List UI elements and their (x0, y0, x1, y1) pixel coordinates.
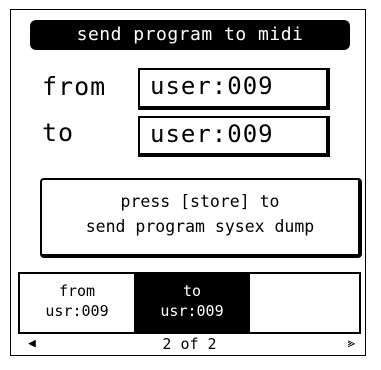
from-label: from (42, 72, 107, 101)
tab-from-value: usr:009 (45, 302, 109, 320)
page-indicator: 2 of 2 (162, 335, 217, 353)
tab-from[interactable]: from usr:009 (20, 274, 134, 332)
store-instruction-box: press [store] to send program sysex dump (40, 178, 362, 258)
page-title: send program to midi (30, 20, 350, 50)
parameter-tabs: from usr:009 to usr:009 (18, 272, 361, 334)
chevron-right-icon[interactable]: ⪢ (348, 334, 355, 354)
tab-empty (248, 274, 359, 332)
tab-from-label: from (58, 282, 96, 300)
from-value-field[interactable]: user:009 (138, 68, 330, 110)
tab-to-value: usr:009 (160, 302, 224, 320)
to-label: to (42, 118, 75, 147)
tab-to[interactable]: to usr:009 (134, 274, 248, 332)
to-value-field[interactable]: user:009 (138, 116, 330, 157)
tab-to-label: to (182, 282, 202, 300)
instruction-line-1: press [store] to (120, 192, 280, 211)
pager: ◀ 2 of 2 ⪢ (18, 334, 361, 354)
instruction-line-2: send program sysex dump (85, 217, 315, 236)
